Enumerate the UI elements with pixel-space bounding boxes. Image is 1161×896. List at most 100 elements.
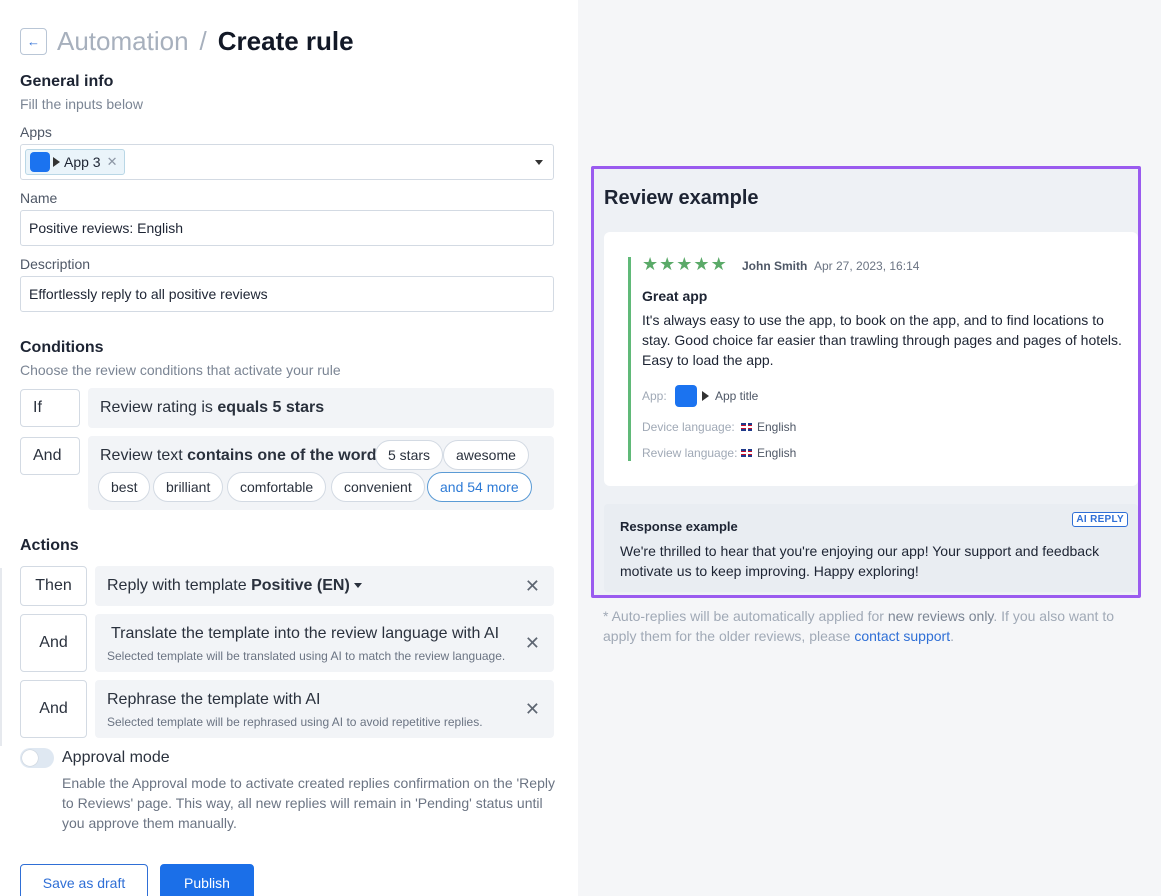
general-info-title: General info	[20, 73, 114, 90]
star-icon: ★	[676, 254, 693, 274]
review-date: Apr 27, 2023, 16:14	[814, 259, 920, 273]
review-language-label: Review language:	[642, 446, 738, 460]
response-title: Response example	[620, 519, 738, 534]
name-label: Name	[20, 190, 58, 206]
note-highlight: new reviews only	[887, 608, 994, 624]
apps-label: Apps	[20, 124, 52, 140]
description-field[interactable]: Effortlessly reply to all positive revie…	[20, 276, 554, 312]
name-field-value: Positive reviews: English	[29, 220, 184, 236]
action-and-key: And	[20, 680, 87, 738]
save-draft-button[interactable]: Save as draft	[20, 864, 148, 896]
note-prefix: * Auto-replies will be automatically app…	[603, 608, 884, 624]
action-then-key: Then	[20, 566, 87, 606]
condition-rating-prefix: Review rating is	[100, 399, 213, 416]
word-chip[interactable]: convenient	[331, 472, 425, 502]
condition-words-prefix: Review text	[100, 447, 183, 464]
action-reply-template[interactable]: Reply with template Positive (EN) ✕	[95, 566, 554, 606]
preview-panel: Review example ★ ★ ★ ★ ★ John Smith Apr …	[578, 0, 1161, 896]
close-icon[interactable]: ✕	[525, 699, 540, 720]
word-chip[interactable]: best	[98, 472, 151, 502]
word-chip[interactable]: brilliant	[153, 472, 224, 502]
review-example-frame: Review example ★ ★ ★ ★ ★ John Smith Apr …	[591, 166, 1141, 598]
action-rephrase[interactable]: Rephrase the template with AI Selected t…	[95, 680, 554, 738]
condition-and-key: And	[20, 437, 80, 475]
word-chip[interactable]: comfortable	[227, 472, 327, 502]
star-icon: ★	[693, 254, 710, 274]
arrow-left-icon: ←	[27, 34, 40, 49]
device-language-text: English	[757, 420, 797, 434]
action-rephrase-subtitle: Selected template will be rephrased usin…	[107, 715, 483, 729]
close-icon[interactable]: ✕	[525, 576, 540, 597]
app-meta-name: App title	[715, 389, 759, 403]
approval-description: Enable the Approval mode to activate cre…	[62, 775, 555, 831]
review-body: It's always easy to use the app, to book…	[642, 312, 1122, 368]
reviewer-name: John Smith	[742, 259, 808, 273]
star-icon: ★	[710, 254, 727, 274]
app-tag: App 3 ✕	[25, 149, 125, 175]
breadcrumb-separator: /	[199, 26, 207, 56]
device-language-value: English	[741, 420, 796, 434]
approval-toggle[interactable]	[20, 748, 54, 768]
name-field[interactable]: Positive reviews: English	[20, 210, 554, 246]
divider	[0, 568, 2, 746]
response-example: Response example AI REPLY We're thrilled…	[604, 504, 1138, 592]
breadcrumb-automation[interactable]: Automation	[57, 26, 189, 57]
description-field-value: Effortlessly reply to all positive revie…	[29, 286, 268, 302]
conditions-subtitle: Choose the review conditions that activa…	[20, 362, 341, 378]
publish-button[interactable]: Publish	[160, 864, 254, 896]
action-translate[interactable]: Translate the template into the review l…	[95, 614, 554, 672]
close-icon[interactable]: ✕	[525, 633, 540, 654]
condition-rating[interactable]: Review rating is equals 5 stars	[88, 388, 554, 428]
actions-title: Actions	[20, 537, 79, 554]
uk-flag-icon	[741, 423, 752, 431]
star-rating: ★ ★ ★ ★ ★	[642, 254, 728, 275]
app-icon	[675, 385, 697, 407]
more-words-chip[interactable]: and 54 more	[427, 472, 532, 502]
star-icon: ★	[642, 254, 659, 274]
page-header: ← Automation / Create rule	[20, 26, 354, 57]
review-example-title: Review example	[604, 187, 759, 209]
action-translate-subtitle: Selected template will be translated usi…	[107, 649, 506, 663]
page-title: Create rule	[217, 26, 354, 56]
device-language-label: Device language:	[642, 420, 735, 434]
word-chip[interactable]: awesome	[443, 440, 529, 470]
conditions-title: Conditions	[20, 339, 104, 356]
action-reply-prefix: Reply with template	[107, 577, 247, 594]
remove-tag-icon[interactable]: ✕	[107, 154, 118, 170]
note-suffix: .	[950, 628, 954, 644]
review-title: Great app	[642, 288, 708, 304]
description-label: Description	[20, 256, 91, 272]
approval-title: Approval mode	[62, 749, 170, 766]
apps-select[interactable]: App 3 ✕	[20, 144, 554, 180]
star-icon: ★	[659, 254, 676, 274]
app-icon	[30, 152, 50, 172]
toggle-knob	[22, 750, 38, 766]
chevron-down-icon[interactable]	[535, 160, 543, 165]
condition-words-value[interactable]: contains one of the words	[187, 447, 385, 464]
uk-flag-icon	[741, 449, 752, 457]
auto-reply-note: * Auto-replies will be automatically app…	[603, 606, 1143, 646]
review-language-value: English	[741, 446, 796, 460]
ai-reply-badge: AI REPLY	[1072, 512, 1128, 527]
app-meta-label: App:	[642, 389, 667, 403]
word-chip[interactable]: 5 stars	[375, 440, 444, 470]
response-body: We're thrilled to hear that you're enjoy…	[620, 543, 1100, 579]
action-translate-title: Translate the template into the review l…	[111, 625, 500, 642]
review-language-text: English	[757, 446, 797, 460]
condition-rating-value[interactable]: equals 5 stars	[217, 399, 324, 416]
action-and-key: And	[20, 614, 87, 672]
google-play-icon	[702, 391, 709, 401]
contact-support-link[interactable]: contact support	[854, 628, 950, 644]
google-play-icon	[53, 157, 60, 167]
action-rephrase-title: Rephrase the template with AI	[107, 691, 321, 708]
condition-words[interactable]: Review text contains one of the words 5 …	[88, 436, 554, 510]
app-tag-label: App 3	[64, 154, 101, 170]
general-info-subtitle: Fill the inputs below	[20, 96, 143, 112]
rule-form-panel: ← Automation / Create rule General info …	[0, 0, 578, 896]
chevron-down-icon[interactable]	[353, 583, 362, 589]
condition-if-key: If	[20, 389, 80, 427]
template-dropdown[interactable]: Positive (EN)	[251, 577, 350, 594]
review-card: ★ ★ ★ ★ ★ John Smith Apr 27, 2023, 16:14…	[604, 232, 1138, 486]
back-button[interactable]: ←	[20, 28, 47, 55]
review-accent-bar	[628, 257, 631, 461]
